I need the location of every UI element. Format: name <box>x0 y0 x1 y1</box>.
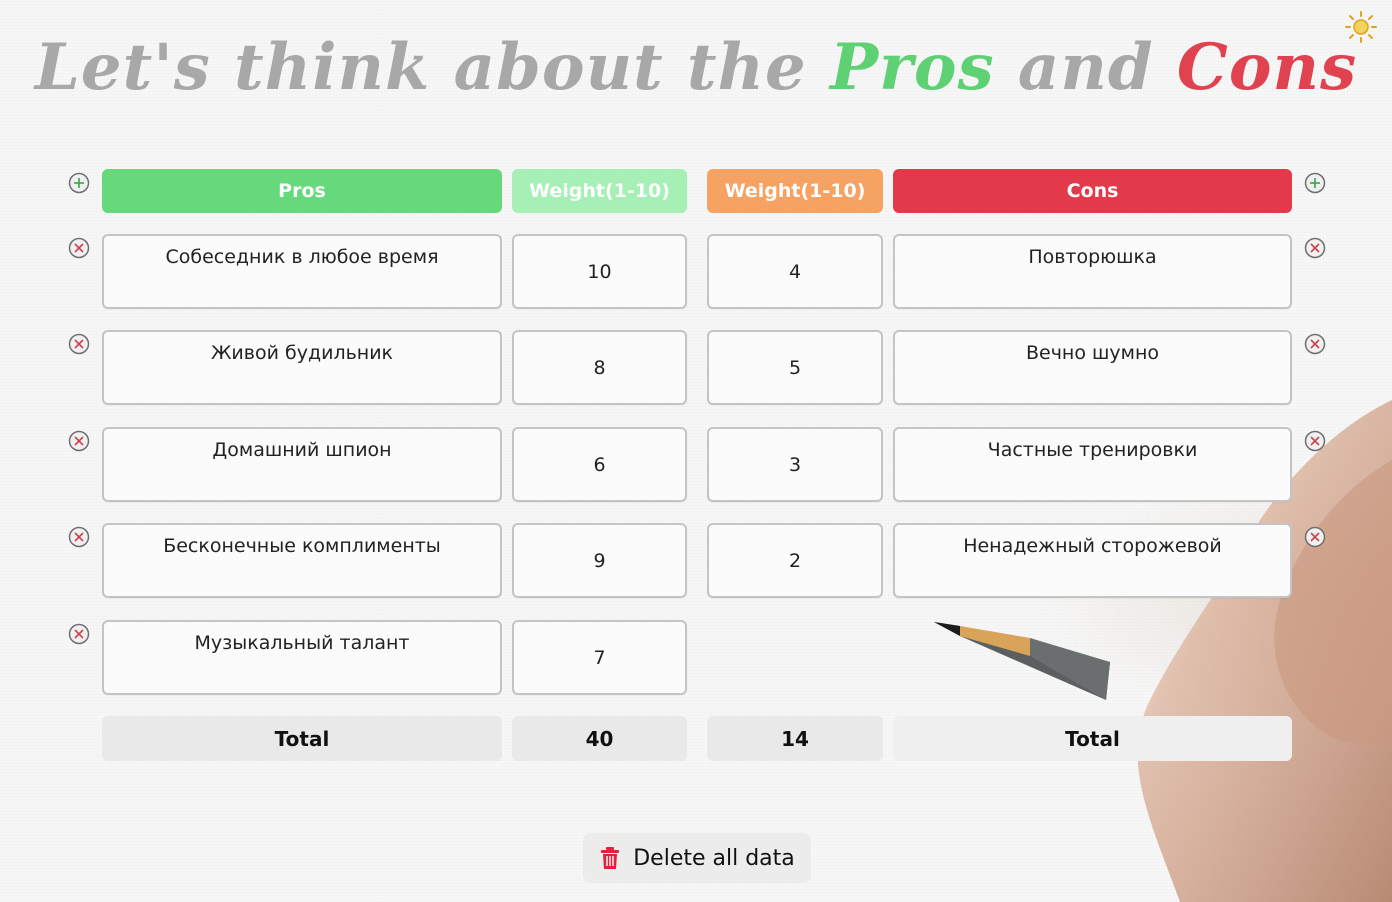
header-pros-weight: Weight(1-10) <box>512 169 687 213</box>
con-weight-field[interactable]: 5 <box>707 330 883 405</box>
pro-text-field[interactable]: Музыкальный талант <box>102 620 502 695</box>
pro-text-field[interactable]: Собеседник в любое время <box>102 234 502 309</box>
cons-total-value: 14 <box>707 716 883 761</box>
trash-icon <box>601 847 620 869</box>
plus-circle-icon <box>1304 172 1326 194</box>
con-weight-field[interactable]: 2 <box>707 523 883 598</box>
remove-pro-button[interactable] <box>68 237 90 259</box>
remove-con-button[interactable] <box>1304 333 1326 355</box>
x-circle-icon <box>1304 526 1326 548</box>
plus-circle-icon <box>68 172 90 194</box>
cons-total-label: Total <box>893 716 1292 761</box>
remove-pro-button[interactable] <box>68 623 90 645</box>
pro-weight-field[interactable]: 10 <box>512 234 687 309</box>
header-cons-weight: Weight(1-10) <box>707 169 883 213</box>
remove-con-button[interactable] <box>1304 430 1326 452</box>
page-title: Let's think about the Pros and Cons <box>0 22 1392 114</box>
header-cons: Cons <box>893 169 1292 213</box>
title-pros: Pros <box>830 30 995 105</box>
remove-con-button[interactable] <box>1304 237 1326 259</box>
title-main: Let's think about the <box>34 30 807 105</box>
remove-pro-button[interactable] <box>68 526 90 548</box>
x-circle-icon <box>1304 333 1326 355</box>
x-circle-icon <box>1304 430 1326 452</box>
x-circle-icon <box>68 333 90 355</box>
con-text-field[interactable]: Ненадежный сторожевой <box>893 523 1292 598</box>
con-weight-field[interactable]: 3 <box>707 427 883 502</box>
title-and: and <box>1017 30 1154 105</box>
pro-weight-field[interactable]: 8 <box>512 330 687 405</box>
pro-weight-field[interactable]: 6 <box>512 427 687 502</box>
pros-total-value: 40 <box>512 716 687 761</box>
pro-weight-field[interactable]: 9 <box>512 523 687 598</box>
title-cons: Cons <box>1176 30 1358 105</box>
pro-text-field[interactable]: Живой будильник <box>102 330 502 405</box>
pros-total-label: Total <box>102 716 502 761</box>
remove-pro-button[interactable] <box>68 333 90 355</box>
pro-text-field[interactable]: Бесконечные комплименты <box>102 523 502 598</box>
con-text-field[interactable]: Повторюшка <box>893 234 1292 309</box>
con-text-field[interactable]: Вечно шумно <box>893 330 1292 405</box>
x-circle-icon <box>68 623 90 645</box>
x-circle-icon <box>68 237 90 259</box>
delete-all-label: Delete all data <box>633 845 795 871</box>
header-pros: Pros <box>102 169 502 213</box>
remove-con-button[interactable] <box>1304 526 1326 548</box>
remove-pro-button[interactable] <box>68 430 90 452</box>
add-con-button[interactable] <box>1304 172 1326 194</box>
add-pro-button[interactable] <box>68 172 90 194</box>
x-circle-icon <box>68 526 90 548</box>
delete-all-button[interactable]: Delete all data <box>583 833 811 883</box>
x-circle-icon <box>68 430 90 452</box>
x-circle-icon <box>1304 237 1326 259</box>
con-text-field[interactable]: Частные тренировки <box>893 427 1292 502</box>
con-weight-field[interactable]: 4 <box>707 234 883 309</box>
pro-weight-field[interactable]: 7 <box>512 620 687 695</box>
pro-text-field[interactable]: Домашний шпион <box>102 427 502 502</box>
